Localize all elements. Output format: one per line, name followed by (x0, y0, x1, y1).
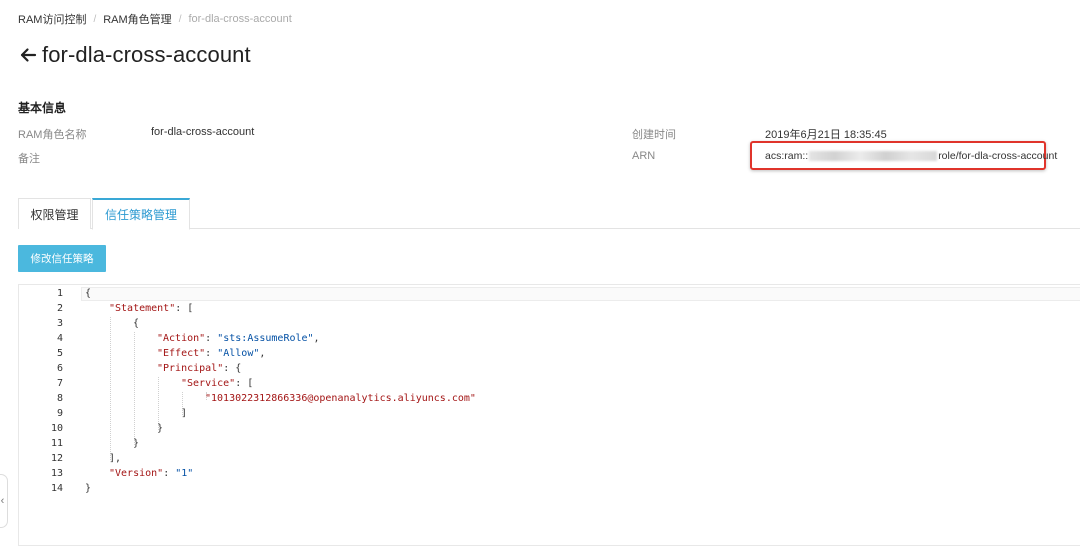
json-string: "sts:AssumeRole" (217, 333, 314, 344)
code-line: } (133, 438, 140, 449)
line-number: 1 (56, 288, 63, 299)
policy-code-editor[interactable]: 1 2 3 4 5 6 7 8 9 10 11 12 13 14 { "Stat… (18, 284, 1080, 546)
code-line: ] (181, 408, 188, 419)
code-line: "Service": [ (181, 378, 254, 389)
code-line: "Principal": { (157, 363, 242, 374)
line-number: 8 (56, 393, 63, 404)
line-number: 5 (56, 348, 63, 359)
line-number: 6 (56, 363, 63, 374)
code-line: "Action": "sts:AssumeRole", (157, 333, 320, 344)
tab-trust-policy-management[interactable]: 信任策略管理 (92, 198, 190, 230)
json-string: "Allow" (217, 348, 260, 359)
line-number: 2 (56, 303, 63, 314)
arrow-left-icon[interactable] (18, 45, 38, 65)
line-number: 7 (56, 378, 63, 389)
line-number: 10 (50, 423, 63, 434)
tab-permission-management[interactable]: 权限管理 (18, 198, 91, 229)
json-key: "Effect" (157, 348, 206, 359)
code-line: "Statement": [ (109, 303, 194, 314)
json-key: "Statement" (109, 303, 176, 314)
edit-trust-policy-button[interactable]: 修改信任策略 (18, 245, 106, 272)
json-key: "Version" (109, 468, 164, 479)
line-number: 3 (56, 318, 63, 329)
json-string: "1" (175, 468, 194, 479)
arn-suffix: role/for-dla-cross-account (938, 150, 1058, 162)
page-header: for-dla-cross-account (18, 42, 251, 68)
indent-guide (110, 317, 111, 460)
tab-bar: 权限管理 信任策略管理 (18, 198, 1080, 230)
breadcrumb-ram-access-control[interactable]: RAM访问控制 (18, 11, 86, 27)
json-key: "Principal" (157, 363, 224, 374)
role-name-value: for-dla-cross-account (151, 126, 255, 138)
code-line: } (157, 423, 164, 434)
page-title: for-dla-cross-account (42, 42, 251, 67)
code-line: "Version": "1" (109, 468, 194, 479)
line-number: 9 (56, 408, 63, 419)
code-line: "1013022312866336@openanalytics.aliyuncs… (205, 393, 476, 404)
created-time-label: 创建时间 (632, 129, 676, 141)
role-name-label: RAM角色名称 (18, 129, 87, 141)
code-line: { (133, 318, 140, 329)
chevron-left-icon: ‹ (0, 495, 5, 507)
code-line: { (85, 288, 92, 299)
breadcrumb-separator: / (93, 13, 97, 25)
basic-info-title: 基本信息 (18, 101, 67, 115)
line-number: 12 (50, 453, 63, 464)
json-key: "Service" (181, 378, 236, 389)
breadcrumb-current-role: for-dla-cross-account (188, 13, 292, 25)
json-key: "Action" (157, 333, 206, 344)
arn-value: acs:ram:: role/for-dla-cross-account (765, 150, 1057, 162)
code-line: } (85, 483, 92, 494)
line-number: 14 (50, 483, 63, 494)
current-line-highlight (81, 287, 1080, 301)
arn-account-id-redacted (809, 151, 938, 161)
json-string: "1013022312866336@openanalytics.aliyuncs… (205, 393, 476, 404)
breadcrumb: RAM访问控制 / RAM角色管理 / for-dla-cross-accoun… (18, 11, 292, 27)
created-time-value: 2019年6月21日 18:35:45 (765, 129, 887, 141)
indent-guide (134, 332, 135, 445)
sidebar-collapse-handle[interactable]: ‹ (0, 474, 8, 528)
code-line: "Effect": "Allow", (157, 348, 266, 359)
line-number: 11 (50, 438, 63, 449)
code-line: ], (109, 453, 122, 464)
breadcrumb-separator: / (178, 13, 182, 25)
arn-label: ARN (632, 150, 656, 162)
line-number: 4 (56, 333, 63, 344)
arn-prefix: acs:ram:: (765, 150, 809, 162)
line-number: 13 (50, 468, 63, 479)
breadcrumb-ram-role-management[interactable]: RAM角色管理 (103, 11, 171, 27)
note-label: 备注 (18, 153, 40, 165)
